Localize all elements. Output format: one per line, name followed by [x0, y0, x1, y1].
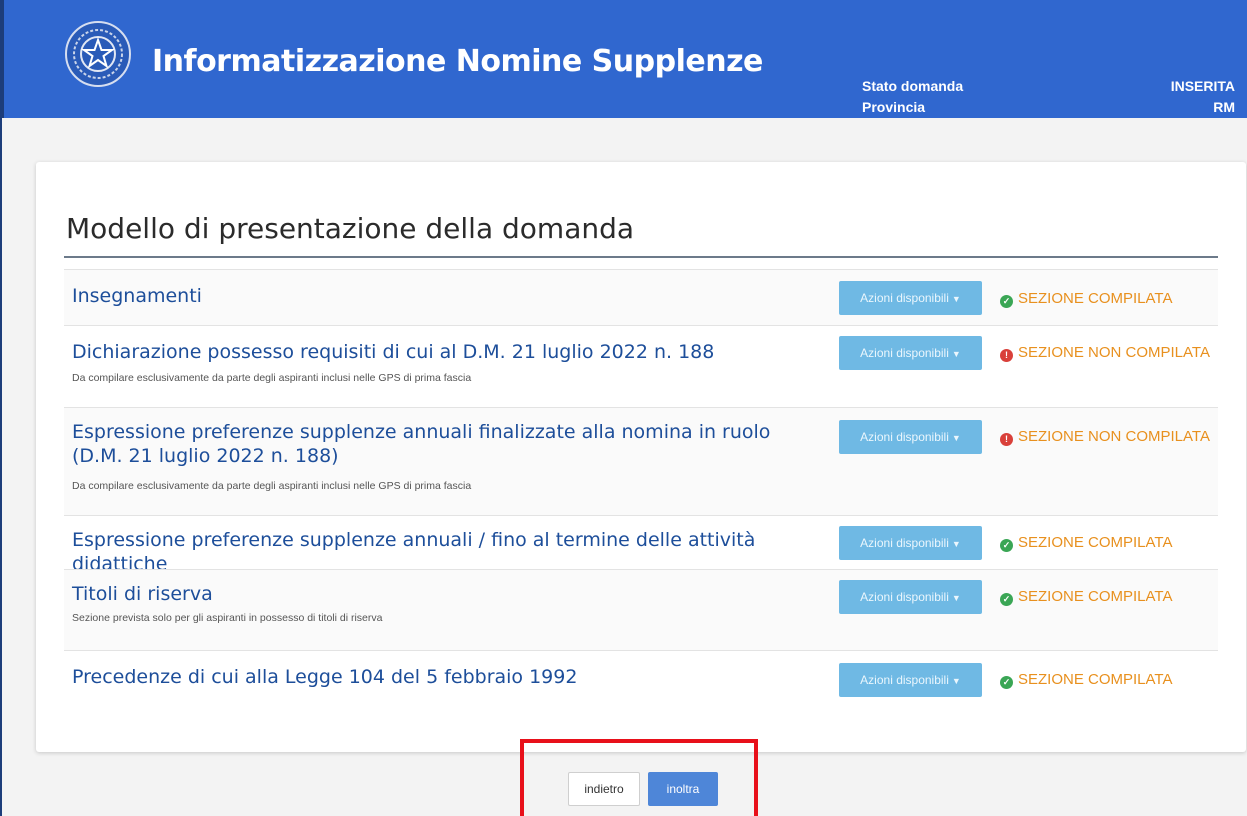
provincia-value: RM — [1213, 99, 1235, 115]
section-row-insegnamenti: Insegnamenti Azioni disponibili ▼ ✓ SEZION… — [64, 269, 1218, 325]
actions-button-label: Azioni disponibili — [860, 590, 949, 604]
section-link-insegnamenti[interactable]: Insegnamenti — [72, 284, 820, 308]
section-status: ✓ SEZIONE COMPILATA — [1000, 534, 1172, 552]
section-subtitle: Sezione prevista solo per gli aspiranti … — [72, 612, 383, 624]
actions-button-label: Azioni disponibili — [860, 346, 949, 360]
section-row-dichiarazione: Dichiarazione possesso requisiti di cui … — [64, 325, 1218, 407]
section-status-text: SEZIONE COMPILATA — [1018, 290, 1173, 307]
check-circle-icon: ✓ — [1000, 539, 1013, 552]
actions-dropdown-button[interactable]: Azioni disponibili ▼ — [839, 420, 982, 454]
actions-dropdown-button[interactable]: Azioni disponibili ▼ — [839, 336, 982, 370]
check-circle-icon: ✓ — [1000, 593, 1013, 606]
section-status: ✓ SEZIONE COMPILATA — [1000, 588, 1172, 606]
stato-domanda-value: INSERITA — [1170, 78, 1235, 94]
application-form-card: Modello di presentazione della domanda I… — [36, 162, 1246, 752]
app-header: Informatizzazione Nomine Supplenze Stato… — [2, 0, 1247, 118]
caret-down-icon: ▼ — [951, 676, 961, 686]
section-status: ✓ SEZIONE COMPILATA — [1000, 671, 1172, 689]
title-divider — [64, 256, 1218, 258]
caret-down-icon: ▼ — [951, 539, 961, 549]
check-circle-icon: ✓ — [1000, 676, 1013, 689]
caret-down-icon: ▼ — [951, 593, 961, 603]
actions-dropdown-button[interactable]: Azioni disponibili ▼ — [839, 663, 982, 697]
section-status: ! SEZIONE NON COMPILATA — [1000, 428, 1210, 446]
section-row-preferenze-ruolo: Espressione preferenze supplenze annuali… — [64, 407, 1218, 515]
section-status-text: SEZIONE COMPILATA — [1018, 588, 1173, 605]
actions-button-label: Azioni disponibili — [860, 673, 949, 687]
section-status-text: SEZIONE COMPILATA — [1018, 671, 1173, 688]
caret-down-icon: ▼ — [951, 349, 961, 359]
actions-dropdown-button[interactable]: Azioni disponibili ▼ — [839, 526, 982, 560]
italian-republic-emblem-icon — [65, 21, 131, 87]
error-circle-icon: ! — [1000, 349, 1013, 362]
section-row-titoli-riserva: Titoli di riserva Sezione prevista solo … — [64, 569, 1218, 650]
section-subtitle: Da compilare esclusivamente da parte deg… — [72, 480, 472, 492]
status-values: INSERITA RM — [1171, 76, 1235, 118]
actions-button-label: Azioni disponibili — [860, 291, 949, 305]
error-circle-icon: ! — [1000, 433, 1013, 446]
actions-button-label: Azioni disponibili — [860, 536, 949, 550]
section-link-precedenze[interactable]: Precedenze di cui alla Legge 104 del 5 f… — [72, 665, 820, 689]
section-status: ✓ SEZIONE COMPILATA — [1000, 290, 1172, 308]
app-title: Informatizzazione Nomine Supplenze — [152, 44, 763, 79]
actions-button-label: Azioni disponibili — [860, 430, 949, 444]
section-status-text: SEZIONE COMPILATA — [1018, 534, 1173, 551]
caret-down-icon: ▼ — [951, 294, 961, 304]
section-row-precedenze: Precedenze di cui alla Legge 104 del 5 f… — [64, 650, 1218, 702]
section-status: ! SEZIONE NON COMPILATA — [1000, 344, 1210, 362]
section-row-preferenze-annuali: Espressione preferenze supplenze annuali… — [64, 515, 1218, 575]
provincia-label: Provincia — [862, 99, 926, 115]
section-link-dichiarazione[interactable]: Dichiarazione possesso requisiti di cui … — [72, 340, 820, 364]
section-status-text: SEZIONE NON COMPILATA — [1018, 344, 1210, 361]
section-status-text: SEZIONE NON COMPILATA — [1018, 428, 1210, 445]
actions-dropdown-button[interactable]: Azioni disponibili ▼ — [839, 281, 982, 315]
status-labels: Stato domanda Provincia — [862, 76, 963, 118]
caret-down-icon: ▼ — [951, 433, 961, 443]
section-link-preferenze-ruolo[interactable]: Espressione preferenze supplenze annuali… — [72, 420, 820, 468]
actions-dropdown-button[interactable]: Azioni disponibili ▼ — [839, 580, 982, 614]
stato-domanda-label: Stato domanda — [862, 78, 964, 94]
page-title: Modello di presentazione della domanda — [66, 212, 635, 245]
section-subtitle: Da compilare esclusivamente da parte deg… — [72, 372, 472, 384]
check-circle-icon: ✓ — [1000, 295, 1013, 308]
section-link-titoli-riserva[interactable]: Titoli di riserva — [72, 582, 820, 606]
annotation-highlight-box — [520, 739, 758, 816]
